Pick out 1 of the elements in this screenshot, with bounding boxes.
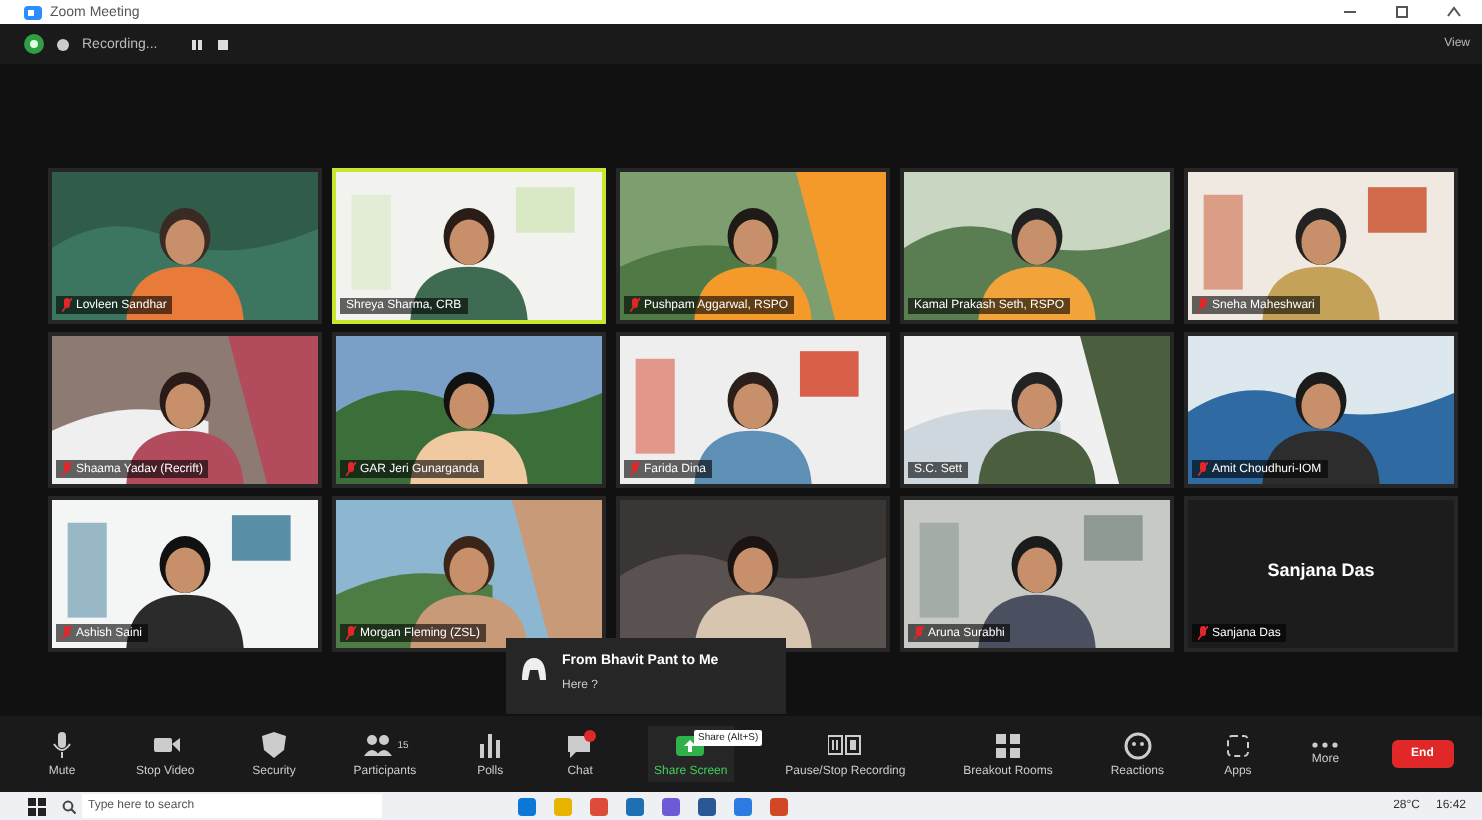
participant-name: Sanjana Das: [1265, 560, 1377, 580]
